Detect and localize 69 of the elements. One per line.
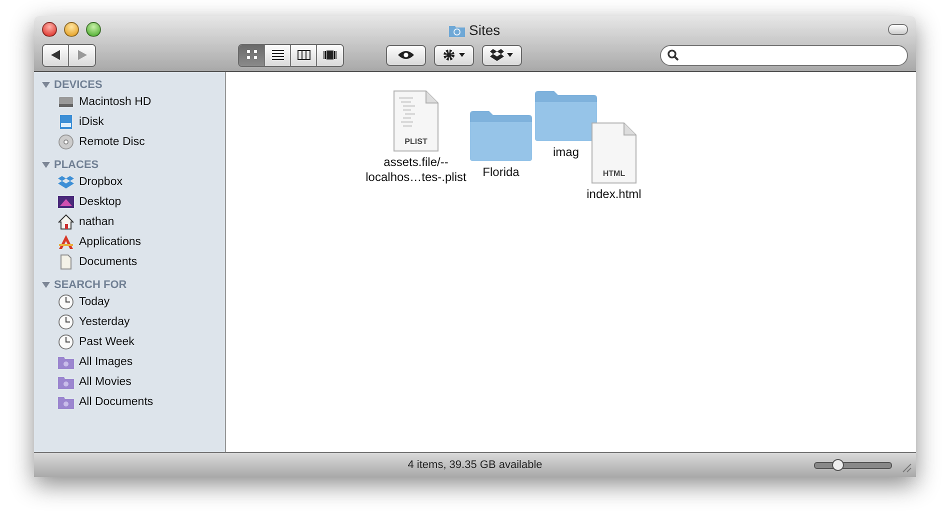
house-icon — [58, 214, 74, 230]
eye-icon — [397, 50, 415, 60]
file-name: imag — [552, 145, 579, 160]
gear-icon — [442, 48, 466, 62]
sidebar-item[interactable]: nathan — [34, 212, 225, 232]
file-name: assets.file/-- localhos…tes-.plist — [366, 155, 466, 185]
toolbar-toggle-button[interactable] — [888, 24, 908, 34]
forward-button[interactable] — [69, 44, 95, 66]
dropbox-icon — [58, 174, 74, 190]
clock-icon — [58, 294, 74, 310]
left-triangle-icon — [51, 50, 60, 60]
cover-flow-icon — [323, 49, 337, 61]
status-text: 4 items, 39.35 GB available — [406, 459, 544, 471]
document-icon — [58, 254, 74, 270]
hard-drive-icon — [58, 94, 74, 110]
quick-look-button[interactable] — [386, 44, 426, 66]
window-title: Sites — [469, 22, 500, 38]
section-heading: PLACES — [54, 158, 99, 170]
zoom-button[interactable] — [86, 22, 101, 36]
disc-icon — [58, 134, 74, 150]
sidebar-item[interactable]: iDisk — [34, 112, 225, 132]
sidebar-item[interactable]: Applications — [34, 232, 225, 252]
sidebar-item[interactable]: Today — [34, 292, 225, 312]
back-button[interactable] — [43, 44, 69, 66]
sidebar-item[interactable]: All Documents — [34, 392, 225, 412]
sidebar-item[interactable]: Yesterday — [34, 312, 225, 332]
sidebar-item[interactable]: Desktop — [34, 192, 225, 212]
sidebar-item[interactable]: All Movies — [34, 372, 225, 392]
search-icon — [667, 49, 679, 61]
close-button[interactable] — [42, 22, 57, 36]
grid-icon — [244, 49, 258, 61]
file-name: index.html — [586, 187, 642, 202]
sidebar-item[interactable]: Remote Disc — [34, 132, 225, 152]
list-view-button[interactable] — [265, 44, 291, 66]
smart-folder-icon — [58, 374, 74, 390]
disclosure-triangle-icon[interactable] — [42, 80, 50, 88]
list-icon — [270, 49, 284, 61]
minimize-button[interactable] — [64, 22, 79, 36]
desktop-icon — [58, 194, 74, 210]
applications-icon — [58, 234, 74, 250]
coverflow-view-button[interactable] — [317, 44, 343, 66]
action-menu-button[interactable] — [434, 44, 474, 66]
smart-folder-icon — [58, 394, 74, 410]
section-heading: SEARCH FOR — [54, 278, 127, 290]
icon-view-button[interactable] — [239, 44, 265, 66]
sidebar-item[interactable]: Macintosh HD — [34, 92, 225, 112]
sidebar-item[interactable]: Past Week — [34, 332, 225, 352]
clock-icon — [58, 334, 74, 350]
columns-icon — [296, 49, 310, 61]
plist-document-icon[interactable]: PLIST — [393, 90, 439, 152]
smart-folder-icon — [58, 354, 74, 370]
search-field[interactable] — [660, 44, 908, 66]
right-triangle-icon — [78, 50, 86, 60]
disclosure-triangle-icon[interactable] — [42, 280, 50, 288]
sidebar-item[interactable]: Dropbox — [34, 172, 225, 192]
clock-icon — [58, 314, 74, 330]
section-heading: DEVICES — [54, 78, 102, 90]
icon-size-slider[interactable] — [814, 462, 892, 468]
dropbox-menu-button[interactable] — [482, 44, 522, 66]
disclosure-triangle-icon[interactable] — [42, 160, 50, 168]
resize-grip-icon[interactable] — [900, 461, 912, 473]
html-document-icon[interactable]: HTML — [591, 122, 637, 184]
column-view-button[interactable] — [291, 44, 317, 66]
sidebar-item[interactable]: Documents — [34, 252, 225, 272]
slider-thumb[interactable] — [832, 458, 844, 470]
file-name: Florida — [482, 165, 520, 180]
sidebar-item[interactable]: All Images — [34, 352, 225, 372]
folder-icon — [449, 24, 465, 36]
dropbox-icon — [490, 48, 514, 62]
